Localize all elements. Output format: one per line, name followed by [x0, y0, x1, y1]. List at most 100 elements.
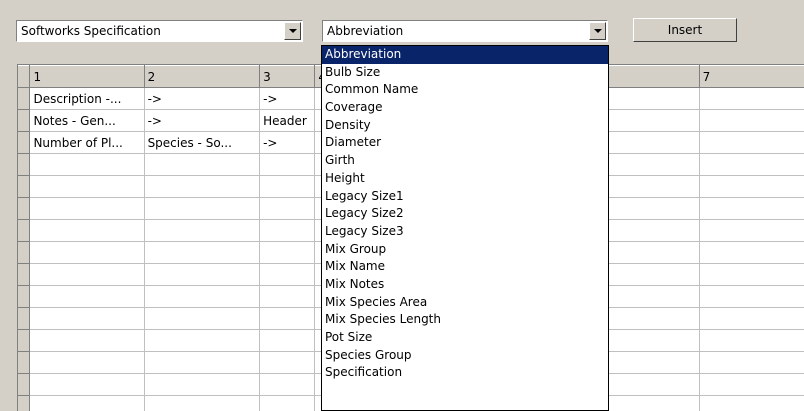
grid-cell[interactable] [699, 351, 804, 374]
dropdown-option[interactable]: Legacy Size1 [322, 188, 608, 206]
grid-cell[interactable]: -> [144, 109, 261, 132]
row-header[interactable] [18, 197, 31, 220]
grid-cell[interactable] [144, 197, 261, 220]
grid-cell[interactable] [144, 285, 261, 308]
grid-cell[interactable] [259, 241, 316, 264]
grid-cell[interactable] [144, 395, 261, 411]
column-header[interactable]: 2 [144, 65, 261, 88]
grid-cell[interactable] [699, 329, 804, 352]
grid-cell[interactable] [29, 263, 145, 286]
grid-cell[interactable] [699, 197, 804, 220]
dropdown-option[interactable]: Mix Species Length [322, 311, 608, 329]
dropdown-option-selected[interactable]: Abbreviation [322, 46, 608, 64]
dropdown-option[interactable]: Mix Name [322, 258, 608, 276]
grid-cell[interactable] [144, 329, 261, 352]
grid-cell[interactable] [699, 285, 804, 308]
field-combo[interactable]: Softworks Specification [16, 20, 303, 42]
dropdown-option[interactable]: Height [322, 170, 608, 188]
dropdown-option[interactable]: Mix Group [322, 241, 608, 259]
dropdown-option[interactable]: Mix Species Area [322, 294, 608, 312]
row-header[interactable] [18, 307, 31, 330]
dropdown-option[interactable]: Girth [322, 152, 608, 170]
grid-cell[interactable]: -> [144, 87, 261, 110]
row-header[interactable] [18, 109, 31, 132]
dropdown-option[interactable]: Bulb Size [322, 64, 608, 82]
row-header[interactable] [18, 153, 31, 176]
row-header[interactable] [18, 87, 31, 110]
grid-cell[interactable]: Header [259, 109, 316, 132]
grid-cell[interactable] [29, 153, 145, 176]
grid-cell[interactable] [29, 241, 145, 264]
dropdown-option[interactable]: Legacy Size3 [322, 223, 608, 241]
grid-cell[interactable] [259, 307, 316, 330]
grid-cell[interactable] [144, 307, 261, 330]
grid-cell[interactable] [29, 373, 145, 396]
grid-cell[interactable] [699, 131, 804, 154]
grid-cell[interactable] [144, 175, 261, 198]
row-header[interactable] [18, 175, 31, 198]
column-header[interactable]: 1 [29, 65, 145, 88]
grid-cell[interactable] [144, 263, 261, 286]
grid-cell[interactable] [259, 153, 316, 176]
dropdown-option[interactable]: Diameter [322, 134, 608, 152]
grid-cell[interactable]: Notes - Gen... [29, 109, 145, 132]
field-combo-dropdown-button[interactable] [284, 22, 301, 40]
grid-cell[interactable] [699, 307, 804, 330]
grid-cell[interactable] [29, 351, 145, 374]
grid-cell[interactable] [144, 351, 261, 374]
grid-cell[interactable]: Number of Pl... [29, 131, 145, 154]
attribute-dropdown-list[interactable]: Abbreviation Bulb Size Common Name Cover… [321, 45, 609, 411]
grid-cell[interactable] [29, 395, 145, 411]
row-header[interactable] [18, 131, 31, 154]
grid-cell[interactable] [699, 87, 804, 110]
dropdown-option[interactable]: Common Name [322, 81, 608, 99]
grid-cell[interactable] [259, 329, 316, 352]
dropdown-option[interactable]: Mix Notes [322, 276, 608, 294]
grid-cell[interactable] [144, 373, 261, 396]
grid-cell[interactable] [699, 373, 804, 396]
insert-button[interactable]: Insert [633, 18, 737, 42]
row-header[interactable] [18, 285, 31, 308]
grid-cell[interactable] [259, 373, 316, 396]
grid-cell[interactable] [699, 109, 804, 132]
row-header[interactable] [18, 351, 31, 374]
dropdown-option[interactable]: Specification [322, 364, 608, 382]
grid-cell[interactable] [29, 307, 145, 330]
dropdown-option[interactable]: Density [322, 117, 608, 135]
column-header[interactable]: 3 [259, 65, 316, 88]
dropdown-option[interactable]: Pot Size [322, 329, 608, 347]
grid-cell[interactable] [699, 241, 804, 264]
grid-cell[interactable] [29, 175, 145, 198]
grid-cell[interactable] [699, 153, 804, 176]
column-header[interactable]: 7 [699, 65, 804, 88]
grid-cell[interactable] [259, 285, 316, 308]
grid-cell[interactable] [259, 219, 316, 242]
dropdown-option[interactable]: Legacy Size2 [322, 205, 608, 223]
grid-cell[interactable]: Description -... [29, 87, 145, 110]
grid-cell[interactable]: -> [259, 131, 316, 154]
grid-cell[interactable] [29, 329, 145, 352]
grid-cell[interactable] [29, 197, 145, 220]
grid-cell[interactable] [144, 241, 261, 264]
row-header[interactable] [18, 219, 31, 242]
row-header[interactable] [18, 373, 31, 396]
grid-corner[interactable] [18, 65, 31, 88]
grid-cell[interactable] [259, 263, 316, 286]
grid-cell[interactable] [259, 395, 316, 411]
dropdown-option[interactable]: Species Group [322, 347, 608, 365]
grid-cell[interactable]: -> [259, 87, 316, 110]
grid-cell[interactable]: Species - So... [144, 131, 261, 154]
grid-cell[interactable] [144, 153, 261, 176]
grid-cell[interactable] [29, 285, 145, 308]
attribute-combo[interactable]: Abbreviation [322, 20, 608, 42]
row-header[interactable] [18, 395, 31, 411]
grid-cell[interactable] [699, 263, 804, 286]
grid-cell[interactable] [699, 175, 804, 198]
grid-cell[interactable] [259, 197, 316, 220]
grid-cell[interactable] [699, 395, 804, 411]
attribute-combo-dropdown-button[interactable] [589, 22, 606, 40]
row-header[interactable] [18, 263, 31, 286]
dropdown-option[interactable]: Coverage [322, 99, 608, 117]
grid-cell[interactable] [144, 219, 261, 242]
grid-cell[interactable] [29, 219, 145, 242]
